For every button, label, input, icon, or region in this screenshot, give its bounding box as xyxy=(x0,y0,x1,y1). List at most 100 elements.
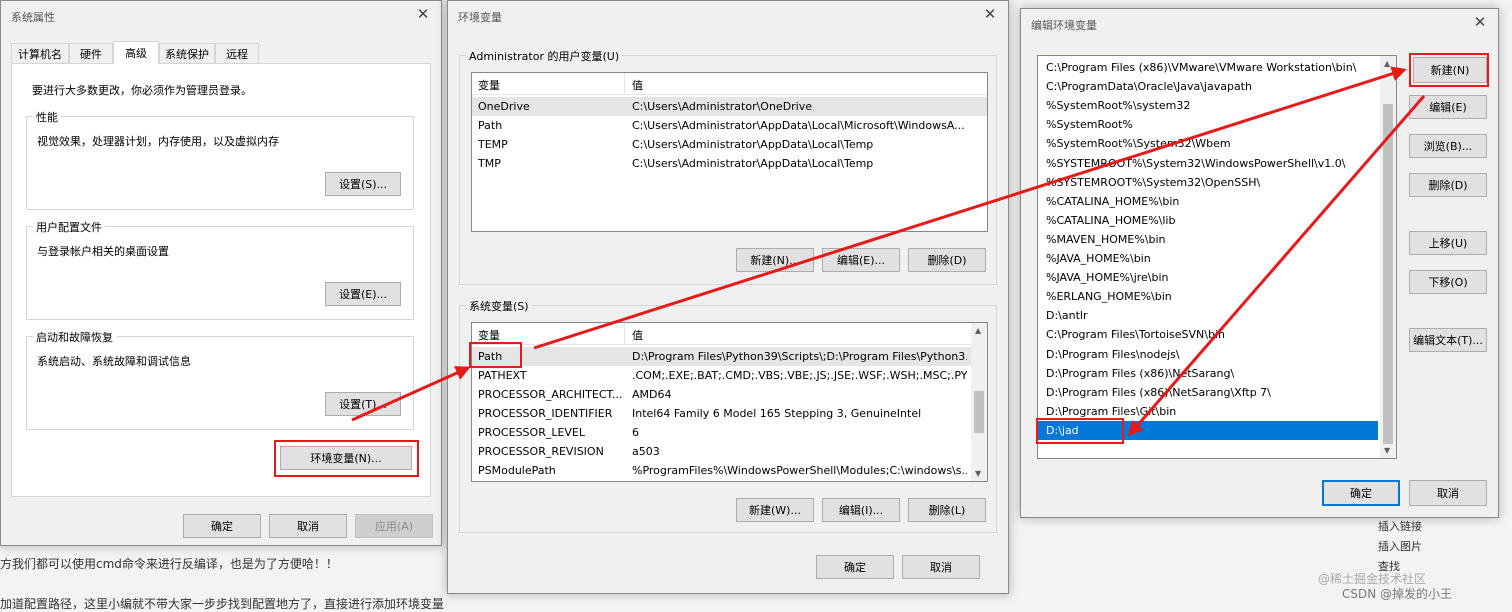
list-item[interactable]: %SystemRoot%\system32 xyxy=(1038,96,1378,115)
column-header-value[interactable]: 值 xyxy=(632,327,643,343)
window-title: 环境变量 xyxy=(458,11,502,24)
variable-value: C:\Users\Administrator\OneDrive xyxy=(632,100,813,113)
user-delete-button[interactable]: 删除(D) xyxy=(908,248,986,272)
user-profile-settings-button[interactable]: 设置(E)... xyxy=(325,282,401,306)
table-row[interactable]: Path D:\Program Files\Python39\Scripts\;… xyxy=(472,347,971,366)
tab-system-protection[interactable]: 系统保护 xyxy=(159,43,215,63)
system-delete-button[interactable]: 删除(L) xyxy=(908,498,986,522)
system-new-button[interactable]: 新建(W)... xyxy=(736,498,814,522)
highlight-new-button xyxy=(1409,53,1489,87)
table-row[interactable]: TMP C:\Users\Administrator\AppData\Local… xyxy=(472,154,987,173)
list-item[interactable]: D:\Program Files (x86)\NetSarang\Xftp 7\ xyxy=(1038,383,1378,402)
variable-name: PROCESSOR_ARCHITECT... xyxy=(478,388,623,401)
close-icon[interactable]: ✕ xyxy=(1470,12,1490,32)
list-item[interactable]: %MAVEN_HOME%\bin xyxy=(1038,230,1378,249)
path-entries-list[interactable]: C:\Program Files (x86)\VMware\VMware Wor… xyxy=(1037,55,1397,459)
article-text-line1: 方我们都可以使用cmd命令来进行反编译，也是为了方便哈！！ xyxy=(0,557,338,571)
tab-hardware[interactable]: 硬件 xyxy=(69,43,113,63)
cancel-button[interactable]: 取消 xyxy=(269,514,347,538)
system-variables-list[interactable]: 变量 值 Path D:\Program Files\Python39\Scri… xyxy=(471,322,988,482)
list-item[interactable]: C:\Program Files (x86)\VMware\VMware Wor… xyxy=(1038,58,1378,77)
variable-name: TEMP xyxy=(478,138,508,151)
list-item[interactable]: C:\Program Files\TortoiseSVN\bin xyxy=(1038,325,1378,344)
user-new-button[interactable]: 新建(N)... xyxy=(736,248,814,272)
insert-link-item[interactable]: 插入链接 xyxy=(1378,518,1422,534)
scroll-up-icon[interactable]: ▲ xyxy=(975,326,981,335)
system-variables-group: 系统变量(S) 变量 值 Path D:\Program Files\Pytho… xyxy=(459,298,997,533)
table-row[interactable]: PROCESSOR_REVISION a503 xyxy=(472,442,971,461)
tab-label: 计算机名 xyxy=(18,47,62,61)
performance-group: 性能 视觉效果，处理器计划，内存使用，以及虚拟内存 设置(S)... xyxy=(26,109,414,210)
table-row[interactable]: PROCESSOR_LEVEL 6 xyxy=(472,423,971,442)
variable-name: PSModulePath xyxy=(478,464,556,477)
startup-recovery-label: 启动和故障恢复 xyxy=(33,329,116,345)
performance-settings-button[interactable]: 设置(S)... xyxy=(325,172,401,196)
table-row[interactable]: PATHEXT .COM;.EXE;.BAT;.CMD;.VBS;.VBE;.J… xyxy=(472,366,971,385)
variable-name: PROCESSOR_REVISION xyxy=(478,445,604,458)
variable-name: PROCESSOR_LEVEL xyxy=(478,426,586,439)
table-row[interactable]: TEMP C:\Users\Administrator\AppData\Loca… xyxy=(472,135,987,154)
user-edit-button[interactable]: 编辑(E)... xyxy=(822,248,900,272)
list-item[interactable]: D:\Program Files\nodejs\ xyxy=(1038,345,1378,364)
path-list-scrollbar[interactable]: ▲ ▼ xyxy=(1380,56,1396,458)
close-icon[interactable]: ✕ xyxy=(413,4,433,24)
window-title: 编辑环境变量 xyxy=(1031,19,1097,32)
variable-value: .COM;.EXE;.BAT;.CMD;.VBS;.VBE;.JS;.JSE;.… xyxy=(632,369,967,382)
list-item[interactable]: %CATALINA_HOME%\lib xyxy=(1038,211,1378,230)
ok-button[interactable]: 确定 xyxy=(816,555,894,579)
path-move-up-button[interactable]: 上移(U) xyxy=(1409,231,1487,255)
list-item[interactable]: C:\ProgramData\Oracle\Java\javapath xyxy=(1038,77,1378,96)
cancel-button[interactable]: 取消 xyxy=(1409,480,1487,506)
path-edit-text-button[interactable]: 编辑文本(T)... xyxy=(1409,328,1487,352)
table-row[interactable]: Path C:\Users\Administrator\AppData\Loca… xyxy=(472,116,987,135)
ok-button[interactable]: 确定 xyxy=(183,514,261,538)
scroll-up-icon[interactable]: ▲ xyxy=(1384,59,1390,68)
scroll-down-icon[interactable]: ▼ xyxy=(975,469,981,478)
system-edit-button[interactable]: 编辑(I)... xyxy=(822,498,900,522)
variable-value: C:\Users\Administrator\AppData\Local\Mic… xyxy=(632,119,965,132)
scroll-thumb[interactable] xyxy=(974,391,984,433)
column-header-value[interactable]: 值 xyxy=(632,77,643,93)
tab-label: 高级 xyxy=(125,47,147,60)
close-icon[interactable]: ✕ xyxy=(980,4,1000,24)
table-row[interactable]: PROCESSOR_IDENTIFIER Intel64 Family 6 Mo… xyxy=(472,404,971,423)
ok-button[interactable]: 确定 xyxy=(1322,480,1400,506)
apply-button[interactable]: 应用(A) xyxy=(355,514,433,538)
tab-computer-name[interactable]: 计算机名 xyxy=(11,43,69,63)
tab-advanced[interactable]: 高级 xyxy=(113,41,159,64)
list-item[interactable]: D:\Program Files (x86)\NetSarang\ xyxy=(1038,364,1378,383)
scroll-down-icon[interactable]: ▼ xyxy=(1384,446,1390,455)
list-item[interactable]: %SystemRoot% xyxy=(1038,115,1378,134)
cancel-button[interactable]: 取消 xyxy=(902,555,980,579)
list-item[interactable]: %ERLANG_HOME%\bin xyxy=(1038,287,1378,306)
column-header-variable[interactable]: 变量 xyxy=(478,77,500,93)
tab-remote[interactable]: 远程 xyxy=(215,43,259,63)
list-item[interactable]: %JAVA_HOME%\jre\bin xyxy=(1038,268,1378,287)
variable-value: C:\Users\Administrator\AppData\Local\Tem… xyxy=(632,138,874,151)
startup-recovery-settings-button[interactable]: 设置(T)... xyxy=(325,392,401,416)
environment-variables-window: 环境变量 ✕ Administrator 的用户变量(U) 变量 值 OneDr… xyxy=(447,0,1009,594)
table-row[interactable]: PSModulePath %ProgramFiles%\WindowsPower… xyxy=(472,461,971,480)
path-move-down-button[interactable]: 下移(O) xyxy=(1409,270,1487,294)
path-browse-button[interactable]: 浏览(B)... xyxy=(1409,134,1487,158)
table-row[interactable]: OneDrive C:\Users\Administrator\OneDrive xyxy=(472,97,987,116)
startup-recovery-desc: 系统启动、系统故障和调试信息 xyxy=(37,355,191,368)
path-delete-button[interactable]: 删除(D) xyxy=(1409,173,1487,197)
user-variables-list[interactable]: 变量 值 OneDrive C:\Users\Administrator\One… xyxy=(471,72,988,232)
system-list-scrollbar[interactable]: ▲ ▼ xyxy=(971,323,987,481)
highlight-env-button xyxy=(274,440,419,477)
list-item[interactable]: D:\antlr xyxy=(1038,306,1378,325)
list-item[interactable]: %CATALINA_HOME%\bin xyxy=(1038,192,1378,211)
list-item[interactable]: %JAVA_HOME%\bin xyxy=(1038,249,1378,268)
list-item[interactable]: %SystemRoot%\System32\Wbem xyxy=(1038,134,1378,153)
table-row[interactable]: PROCESSOR_ARCHITECT... AMD64 xyxy=(472,385,971,404)
insert-image-item[interactable]: 插入图片 xyxy=(1378,538,1422,554)
scroll-thumb[interactable] xyxy=(1383,104,1393,444)
column-header-variable[interactable]: 变量 xyxy=(478,327,500,343)
variable-name: PROCESSOR_IDENTIFIER xyxy=(478,407,613,420)
path-edit-button[interactable]: 编辑(E) xyxy=(1409,95,1487,119)
list-item[interactable]: %SYSTEMROOT%\System32\OpenSSH\ xyxy=(1038,173,1378,192)
admin-note: 要进行大多数更改，你必须作为管理员登录。 xyxy=(32,84,252,97)
list-item[interactable]: %SYSTEMROOT%\System32\WindowsPowerShell\… xyxy=(1038,154,1378,173)
user-profile-label: 用户配置文件 xyxy=(33,219,105,235)
